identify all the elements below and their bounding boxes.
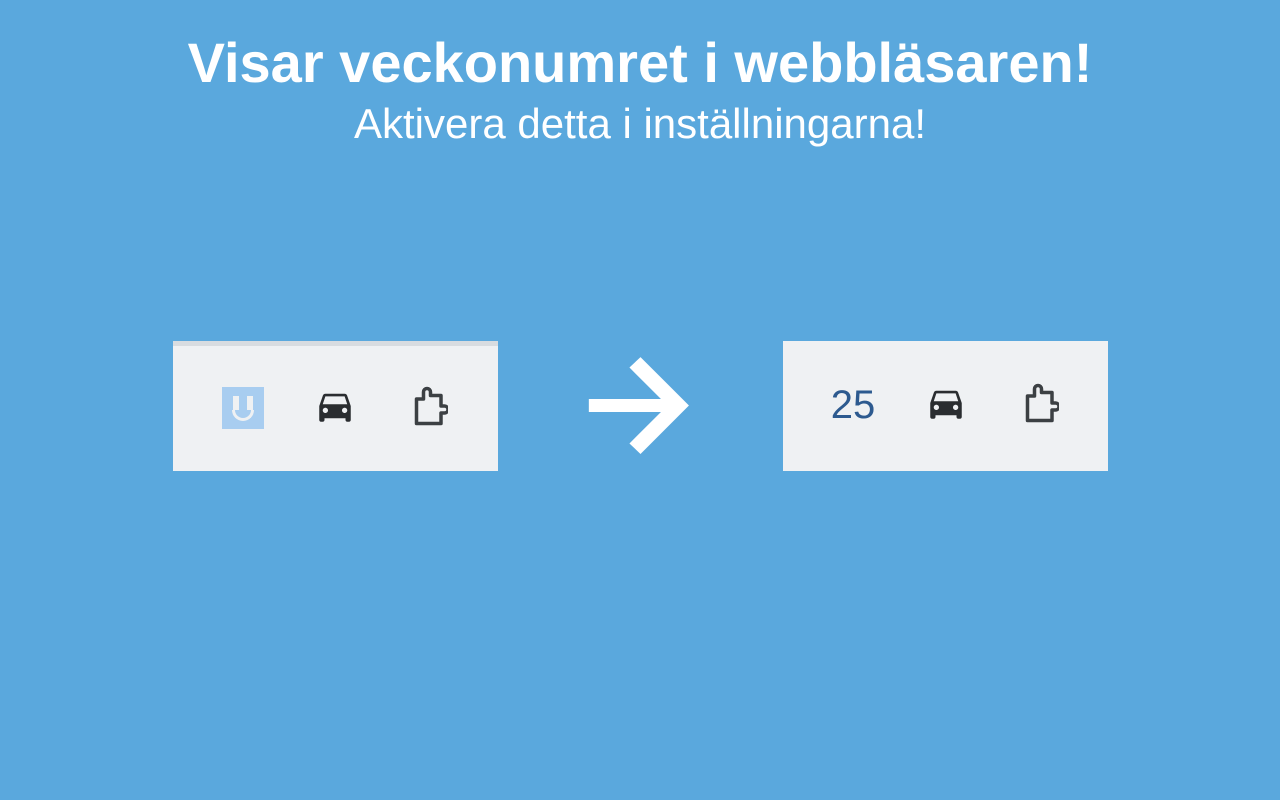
page-subtitle: Aktivera detta i inställningarna! xyxy=(354,100,926,148)
extensions-icon xyxy=(1017,382,1059,429)
arrow-icon xyxy=(563,328,718,483)
week-number-badge: 25 xyxy=(831,383,876,428)
car-icon xyxy=(925,382,967,429)
comparison-row: 25 xyxy=(173,328,1108,483)
extensions-icon xyxy=(406,385,448,432)
promo-container: Visar veckonumret i webbläsaren! Aktiver… xyxy=(0,0,1280,800)
toolbar-after: 25 xyxy=(783,341,1108,471)
smiley-icon xyxy=(222,387,264,429)
page-title: Visar veckonumret i webbläsaren! xyxy=(188,30,1093,95)
car-icon xyxy=(314,385,356,432)
toolbar-before xyxy=(173,341,498,471)
